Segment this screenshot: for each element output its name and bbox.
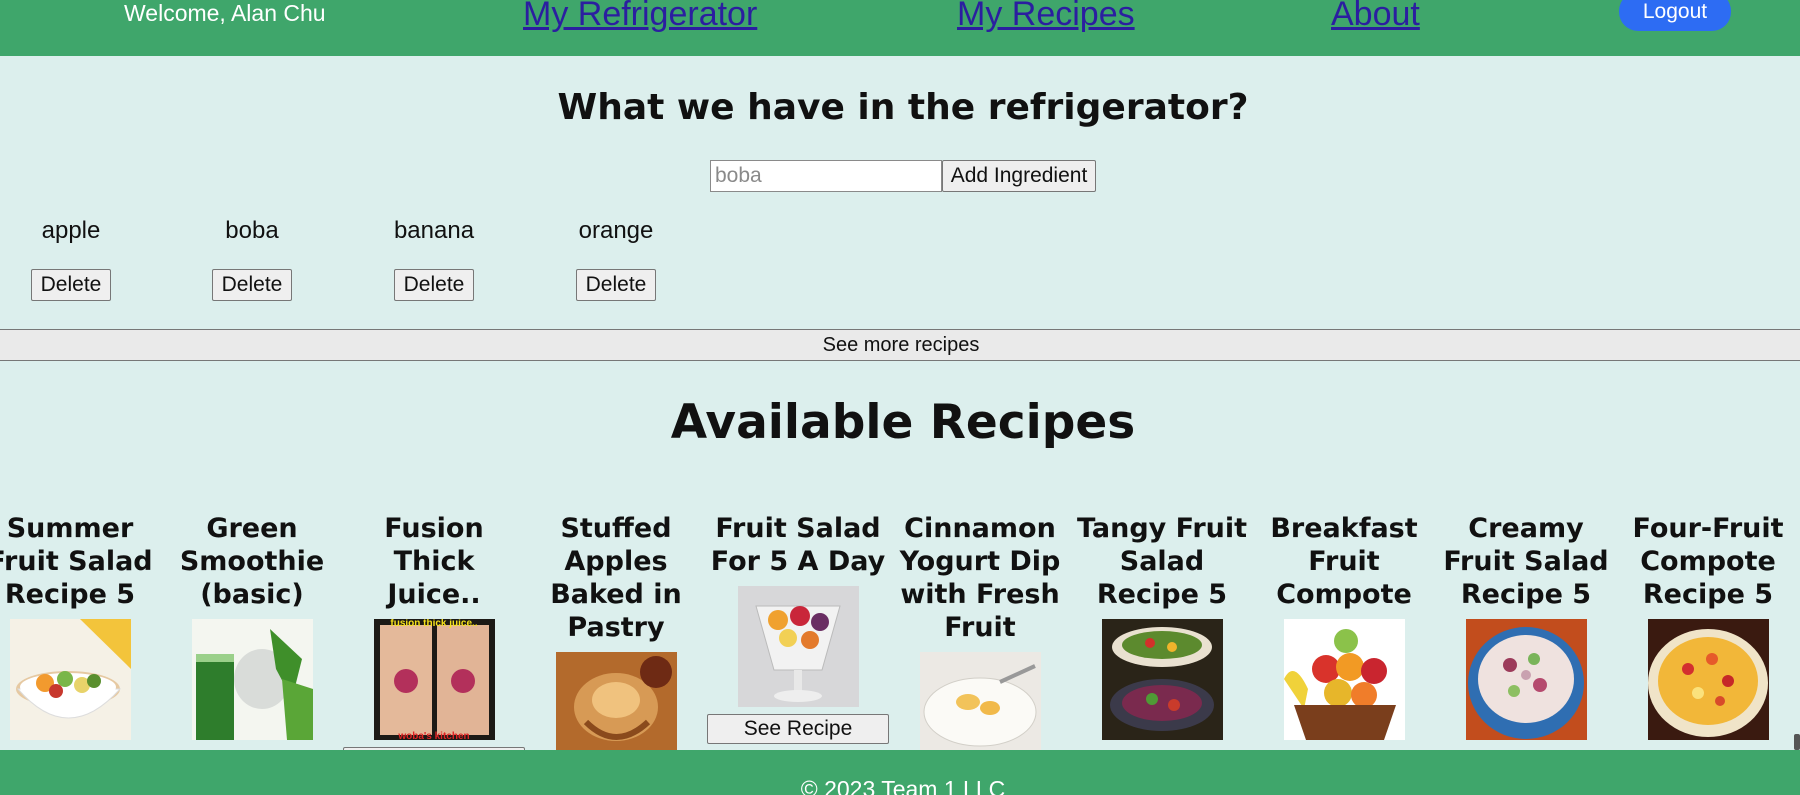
ingredient-name: apple (41, 217, 101, 244)
recipe-title: Green Smoothie (basic) (179, 513, 325, 610)
recipe-card: Tangy Fruit Salad Recipe 5 (1071, 512, 1253, 740)
thick-juice-photo[interactable]: fusion thick juice.. woba's kitchen (373, 619, 495, 740)
logout-button[interactable]: Logout (1619, 0, 1731, 31)
fruit-salad-bowl-photo[interactable] (9, 619, 131, 740)
delete-ingredient-button[interactable]: Delete (211, 269, 293, 301)
recipe-title: Four-Fruit Compote Recipe 5 (1632, 513, 1784, 610)
ingredient-item: apple Delete (0, 216, 146, 301)
see-more-recipes-button[interactable]: See more recipes (0, 329, 1800, 361)
ingredient-name: banana (393, 217, 475, 244)
tangy-salad-photo[interactable] (1101, 619, 1223, 740)
recipe-title: Summer Fruit Salad Recipe 5 (0, 513, 153, 610)
footer: © 2023 Team 1 LLC (0, 750, 1800, 795)
nav-link-my-refrigerator[interactable]: My Refrigerator (523, 0, 757, 34)
recipe-title: Stuffed Apples Baked in Pastry (550, 513, 682, 643)
fridge-heading: What we have in the refrigerator? (557, 87, 1249, 128)
recipe-card: Fusion Thick Juice.. fusion thick juice.… (343, 512, 525, 777)
delete-ingredient-button[interactable]: Delete (393, 269, 475, 301)
fruit-basket-photo[interactable] (1283, 619, 1405, 740)
recipe-card: Four-Fruit Compote Recipe 5 (1617, 512, 1799, 740)
recipe-title: Tangy Fruit Salad Recipe 5 (1076, 513, 1248, 610)
recipe-title: Cinnamon Yogurt Dip with Fresh Fruit (899, 513, 1061, 643)
add-ingredient-button[interactable]: Add Ingredient (942, 160, 1096, 192)
nav-link-my-recipes[interactable]: My Recipes (957, 0, 1135, 34)
horizontal-scrollbar[interactable] (1794, 734, 1800, 750)
recipe-card: Stuffed Apples Baked in Pastry (525, 512, 707, 773)
nav-link-about[interactable]: About (1331, 0, 1420, 34)
fruit-cup-photo[interactable] (737, 586, 859, 707)
recipe-title: Creamy Fruit Salad Recipe 5 (1443, 513, 1609, 610)
ingredient-input[interactable] (710, 160, 942, 192)
see-recipe-button[interactable]: See Recipe (707, 714, 889, 744)
recipe-title: Fusion Thick Juice.. (384, 513, 484, 610)
welcome-text: Welcome, Alan Chu (124, 0, 326, 26)
ingredient-item: orange Delete (541, 216, 691, 301)
green-smoothie-photo[interactable] (191, 619, 313, 740)
photo-caption-top: fusion thick juice.. (390, 619, 477, 629)
ingredient-item: banana Delete (359, 216, 509, 301)
ingredient-name: boba (225, 217, 279, 244)
recipe-card: Creamy Fruit Salad Recipe 5 (1435, 512, 1617, 740)
creamy-salad-photo[interactable] (1465, 619, 1587, 740)
top-nav: Welcome, Alan Chu My Refrigerator My Rec… (0, 0, 1800, 56)
recipe-title: Fruit Salad For 5 A Day (710, 513, 886, 577)
recipes-heading: Available Recipes (670, 395, 1136, 450)
recipe-card: Fruit Salad For 5 A Day See Recipe (707, 512, 889, 744)
compote-platter-photo[interactable] (1647, 619, 1769, 740)
recipe-card: Green Smoothie (basic) (161, 512, 343, 740)
delete-ingredient-button[interactable]: Delete (575, 269, 657, 301)
recipe-card: Cinnamon Yogurt Dip with Fresh Fruit (889, 512, 1071, 773)
recipe-card: Summer Fruit Salad Recipe 5 (0, 512, 161, 740)
photo-caption-bottom: woba's kitchen (397, 731, 469, 740)
footer-copyright: © 2023 Team 1 LLC (800, 776, 1006, 795)
recipe-title: Breakfast Fruit Compote (1270, 513, 1418, 610)
ingredient-name: orange (578, 217, 654, 244)
delete-ingredient-button[interactable]: Delete (30, 269, 112, 301)
recipe-card: Breakfast Fruit Compote (1253, 512, 1435, 740)
ingredient-item: boba Delete (177, 216, 327, 301)
